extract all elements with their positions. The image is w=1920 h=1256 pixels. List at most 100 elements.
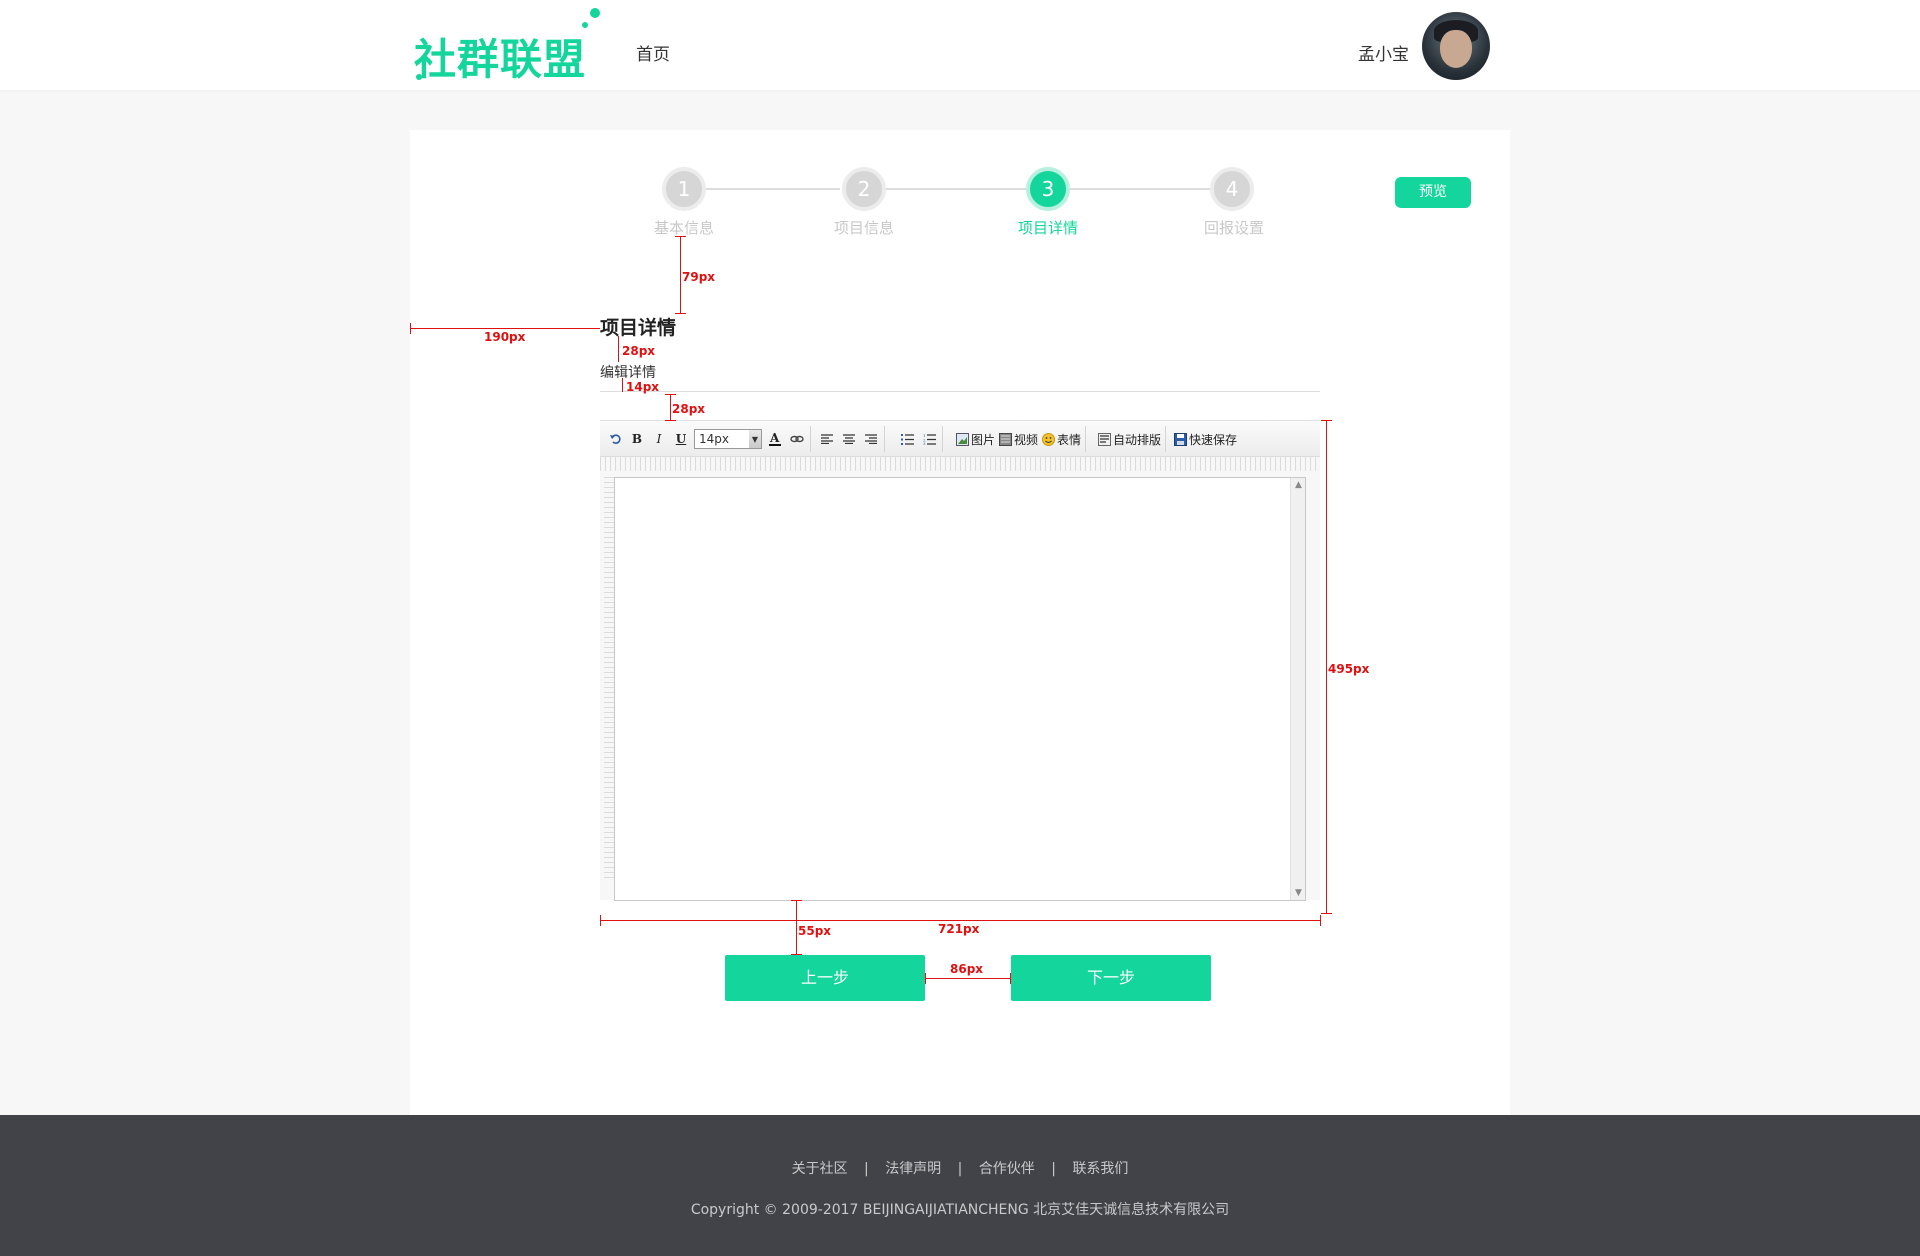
annotation-line [925,973,926,984]
footer-link-legal[interactable]: 法律声明 [885,1161,941,1177]
annotation-line [796,900,797,955]
scroll-up-icon[interactable]: ▲ [1291,478,1306,492]
footer-separator: | [864,1161,869,1177]
annotation-line [1326,420,1327,914]
step-2-circle: 2 [842,167,886,211]
font-size-value: 14px [699,432,729,446]
logo-dot [590,8,600,18]
editor-scrollbar[interactable]: ▲ ▼ [1290,478,1305,900]
insert-video-button[interactable]: 视频 [999,431,1038,448]
section-divider [600,391,1320,392]
editor-toolbar: B I U 14px ▼ A 1 2 3 图片 视频 表情 自动排版 快速保存 [600,421,1320,457]
font-color-icon[interactable]: A [766,428,784,450]
next-step-button[interactable]: 下一步 [1011,955,1211,1001]
editor-ruler-vertical [604,477,614,881]
auto-layout-icon [1098,432,1111,446]
italic-icon[interactable]: I [650,428,668,450]
quick-save-label: 快速保存 [1189,432,1238,447]
toolbar-group-format: B I U 14px ▼ A [602,426,811,452]
step-3-circle: 3 [1026,167,1070,211]
svg-text:3: 3 [923,441,926,445]
svg-text:A: A [769,431,780,445]
annotation-86px: 86px [950,962,984,976]
section-subtitle: 编辑详情 [600,365,656,381]
annotation-55px: 55px [798,924,832,938]
step-4-circle: 4 [1210,167,1254,211]
insert-image-button[interactable]: 图片 [956,431,995,448]
rich-text-editor: B I U 14px ▼ A 1 2 3 图片 视频 表情 自动排版 快速保存 … [600,420,1320,901]
emoji-icon [1042,432,1056,446]
underline-icon[interactable]: U [672,428,690,450]
annotation-line [925,978,1011,979]
toolbar-group-list: 123 [894,426,943,452]
top-header: 社群联盟 首页 孟小宝 [0,0,1920,90]
annotation-line [675,313,686,314]
logo-text: 社群联盟 [414,35,587,84]
annotation-line [1320,915,1321,926]
align-left-icon[interactable] [818,428,836,450]
username[interactable]: 孟小宝 [1358,40,1409,65]
annotation-line [600,915,601,926]
toolbar-group-insert: 图片 视频 表情 [952,426,1087,452]
page-footer: 关于社区 | 法律声明 | 合作伙伴 | 联系我们 Copyright © 20… [0,1115,1920,1256]
annotation-28px-a: 28px [622,344,656,358]
annotation-721px: 721px [938,922,980,936]
insert-emoji-button[interactable]: 表情 [1042,431,1081,448]
footer-separator: | [957,1161,963,1177]
annotation-line [670,394,671,420]
step-1-circle: 1 [662,167,706,211]
insert-image-label: 图片 [971,432,996,447]
insert-emoji-label: 表情 [1057,432,1082,447]
step-3-label: 项目详情 [1017,219,1078,237]
annotation-495px: 495px [1328,662,1370,676]
annotation-79px: 79px [682,270,716,284]
editor-content-area[interactable]: ▲ ▼ [614,477,1306,901]
step-connector [886,188,1026,190]
annotation-line [675,236,686,237]
footer-link-about[interactable]: 关于社区 [792,1161,848,1177]
bold-icon[interactable]: B [628,428,646,450]
annotation-28px-b: 28px [672,402,706,416]
quick-save-button[interactable]: 快速保存 [1174,431,1237,448]
footer-link-contact[interactable]: 联系我们 [1072,1161,1128,1177]
prev-step-button[interactable]: 上一步 [725,955,925,1001]
toolbar-group-save: 快速保存 [1170,426,1241,452]
annotation-190px: 190px [484,330,526,344]
link-icon[interactable] [788,428,806,450]
bullet-list-icon[interactable] [898,428,916,450]
step-2-label: 项目信息 [833,219,894,237]
image-icon [956,432,969,446]
section-title: 项目详情 [600,317,677,339]
align-right-icon[interactable] [862,428,880,450]
numbered-list-icon[interactable]: 123 [920,428,938,450]
annotation-14px: 14px [626,380,660,394]
step-connector [706,188,840,190]
font-size-select[interactable]: 14px ▼ [694,429,762,449]
annotation-line [791,900,802,901]
annotation-line [1010,973,1011,984]
annotation-line [665,420,676,421]
preview-button[interactable]: 预览 [1395,177,1471,208]
nav-home-link[interactable]: 首页 [636,40,670,65]
undo-icon[interactable] [606,428,624,450]
step-connector [1070,188,1210,190]
save-icon [1174,432,1187,446]
annotation-line [1321,913,1332,914]
scroll-down-icon[interactable]: ▼ [1291,886,1306,900]
copyright-text: Copyright © 2009-2017 BEIJINGAIJIATIANCH… [690,1202,1230,1218]
annotation-line [618,336,619,362]
annotation-line [680,236,681,313]
auto-layout-button[interactable]: 自动排版 [1098,431,1161,448]
logo-dot [416,74,422,80]
insert-video-label: 视频 [1014,432,1039,447]
site-logo[interactable]: 社群联盟 [410,6,606,86]
annotation-line [622,378,623,392]
editor-ruler-horizontal [600,457,1320,471]
video-icon [999,432,1013,446]
toolbar-group-align [814,426,885,452]
align-center-icon[interactable] [840,428,858,450]
footer-link-partners[interactable]: 合作伙伴 [979,1161,1035,1177]
logo-dot [582,22,588,28]
avatar[interactable] [1422,12,1490,80]
annotation-line [410,323,411,334]
